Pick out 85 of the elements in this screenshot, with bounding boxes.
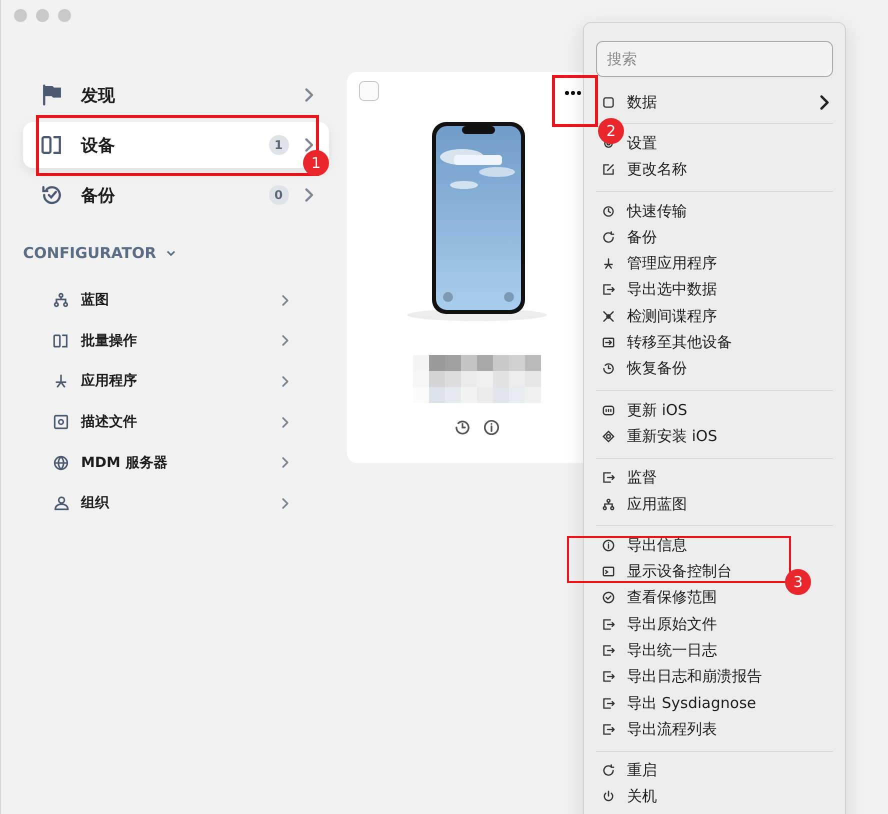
globe-icon [53, 454, 69, 471]
info-icon [483, 419, 500, 436]
edit-icon [602, 163, 615, 176]
menu-item[interactable]: 管理应用程序 [627, 254, 717, 274]
chevron-icon [304, 188, 313, 202]
sidebar-item[interactable]: 蓝图 [23, 280, 329, 321]
export-icon [602, 644, 615, 657]
chevron-icon [820, 94, 829, 110]
history-icon [602, 362, 615, 376]
refresh-icon [602, 764, 615, 778]
chevron-icon [282, 416, 289, 428]
device-pair-icon [53, 332, 69, 349]
hierarchy-icon [53, 292, 69, 308]
cross-icon [602, 310, 615, 323]
sidebar-item[interactable]: 描述文件 [23, 402, 329, 442]
menu-item[interactable]: 设置 [627, 134, 657, 153]
export-icon [602, 618, 615, 631]
menu-item[interactable]: 导出日志和崩溃报告 [627, 667, 762, 686]
menu-item[interactable]: 数据 [627, 92, 657, 112]
transfer-icon [602, 336, 615, 350]
power-icon [602, 790, 615, 804]
menu-item[interactable]: 重新安装 iOS [627, 426, 718, 446]
square-icon [602, 96, 615, 109]
sidebar-item[interactable]: 组织 [23, 482, 329, 524]
menu-item[interactable]: 更新 iOS [627, 400, 688, 420]
sidebar-label: 设备 [81, 134, 116, 156]
console-icon [602, 565, 615, 578]
menu-item[interactable]: 导出信息 [627, 536, 687, 555]
profile-icon [53, 414, 69, 430]
export-icon [602, 696, 615, 710]
count-badge: 0 [268, 185, 289, 205]
menu-item[interactable]: 应用蓝图 [627, 494, 687, 514]
restore-icon [454, 419, 471, 436]
chevron-icon [282, 294, 289, 306]
backup-icon [41, 184, 63, 206]
search-field[interactable]: 搜索 [596, 41, 833, 77]
refresh-icon [602, 230, 615, 244]
window-control[interactable] [58, 9, 71, 22]
menu-item[interactable]: 恢复备份 [627, 359, 687, 378]
menu-item[interactable]: 导出流程列表 [627, 720, 717, 739]
menu-item[interactable]: 备份 [627, 228, 657, 247]
menu-item[interactable]: 导出 Sysdiagnose [627, 694, 756, 713]
check-circle-icon [602, 591, 615, 604]
hierarchy-icon [602, 498, 615, 510]
chevron-icon [282, 335, 289, 346]
menu-item[interactable]: 导出原始文件 [627, 614, 717, 634]
clock-icon [602, 204, 615, 218]
chevron-icon [282, 498, 289, 509]
menu-item[interactable]: 检测间谍程序 [627, 306, 717, 326]
sidebar-item[interactable]: 批量操作 [23, 320, 329, 362]
menu-item[interactable]: 转移至其他设备 [627, 333, 732, 352]
more-icon [565, 91, 581, 95]
section-title: CONFIGURATOR [23, 244, 156, 262]
menu-item[interactable]: 快速传输 [627, 202, 687, 221]
window-control[interactable] [14, 9, 27, 22]
menu-item[interactable]: 显示设备控制台 [627, 562, 732, 582]
menu-item[interactable]: 监督 [627, 468, 657, 488]
chevron-icon [282, 457, 289, 468]
menu-item[interactable]: 关机 [627, 787, 657, 806]
export-icon [602, 670, 615, 684]
menu-item[interactable]: 导出选中数据 [627, 280, 717, 300]
sidebar-label: 发现 [81, 84, 116, 106]
info-icon [602, 538, 615, 552]
count-badge: 1 [268, 135, 289, 155]
chevron-icon [304, 138, 313, 152]
highlight-frame [552, 75, 598, 127]
flag-icon [41, 84, 63, 106]
chevron-icon [282, 376, 289, 387]
menu-item[interactable]: 导出统一日志 [627, 640, 717, 660]
sidebar-item[interactable]: 发现 [23, 72, 329, 118]
sidebar-item[interactable]: 应用程序 [23, 361, 329, 402]
menu-item[interactable]: 更改名称 [627, 160, 687, 180]
export-icon [602, 283, 615, 296]
checkbox[interactable] [359, 81, 379, 101]
export-icon [602, 471, 615, 484]
chevron-icon [304, 88, 313, 102]
sidebar-item[interactable]: MDM 服务器 [23, 442, 329, 483]
menu-item[interactable]: 查看保修范围 [627, 588, 717, 608]
window-control[interactable] [36, 9, 49, 22]
sidebar-label: 备份 [81, 184, 116, 206]
people-icon [53, 495, 69, 512]
chevron-icon[interactable] [166, 250, 176, 256]
export-icon [602, 722, 615, 736]
menu-item[interactable]: 重启 [627, 761, 657, 780]
device-pair-icon [41, 134, 63, 156]
